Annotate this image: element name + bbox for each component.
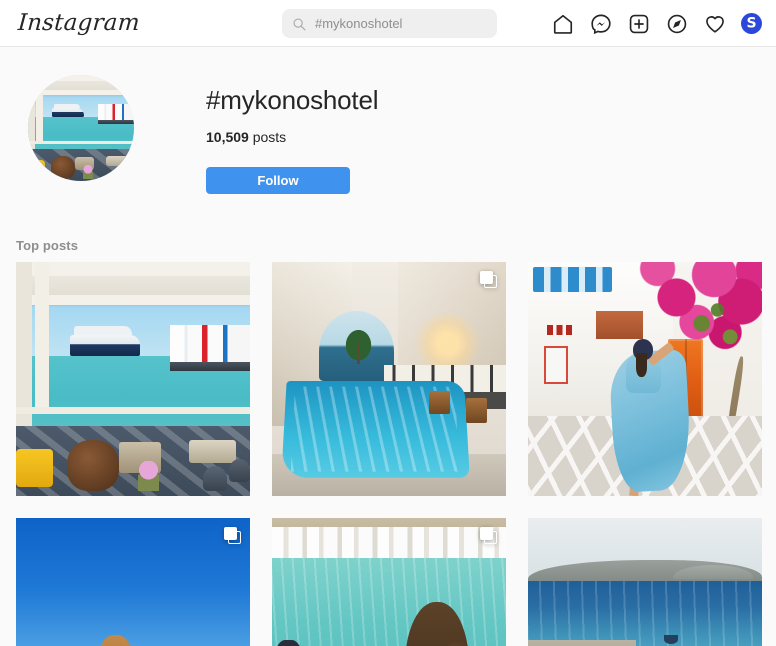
- top-navigation-bar: Instagram #mykonoshotel S: [0, 0, 776, 47]
- post-count: 10,509 posts: [206, 128, 378, 146]
- post-thumbnail-art: [16, 262, 250, 496]
- post-grid: [16, 262, 776, 646]
- post-count-value: 10,509: [206, 129, 249, 145]
- hashtag-profile-picture[interactable]: [28, 75, 134, 181]
- post-thumbnail-art: [16, 518, 250, 646]
- post-thumbnail-art: [528, 518, 762, 646]
- post-waterfront-table[interactable]: [272, 518, 506, 646]
- post-count-label: posts: [252, 129, 287, 145]
- carousel-indicator-icon: [480, 271, 497, 288]
- search-input[interactable]: [315, 16, 487, 31]
- explore-icon[interactable]: [665, 12, 689, 36]
- post-little-venice-terrace[interactable]: [16, 262, 250, 496]
- profile-avatar-button[interactable]: S: [741, 13, 762, 34]
- post-aegean-infinity-pool[interactable]: [528, 518, 762, 646]
- avatar-glyph: S: [746, 15, 757, 31]
- messenger-icon[interactable]: [589, 12, 613, 36]
- activity-heart-icon[interactable]: [703, 12, 727, 36]
- search-icon: [292, 17, 306, 31]
- hashtag-profile-meta: #mykonoshotel 10,509 posts Follow: [206, 75, 378, 194]
- nav-icon-group: S: [551, 0, 762, 47]
- post-thumbnail-art: [528, 262, 762, 496]
- post-thumbnail-art: [272, 262, 506, 496]
- top-posts-label: Top posts: [16, 238, 79, 253]
- post-infinity-pool-woman[interactable]: [16, 518, 250, 646]
- carousel-indicator-icon: [224, 527, 241, 544]
- post-blue-dress-alley[interactable]: [528, 262, 762, 496]
- search-bar[interactable]: [282, 9, 497, 38]
- post-thumbnail-art: [272, 518, 506, 646]
- hashtag-page: #mykonoshotel 10,509 posts Follow Top po…: [0, 47, 776, 646]
- hashtag-profile-header: #mykonoshotel 10,509 posts Follow: [28, 47, 776, 194]
- carousel-indicator-icon: [480, 527, 497, 544]
- instagram-logo[interactable]: Instagram: [17, 7, 141, 39]
- page-title: #mykonoshotel: [206, 85, 379, 115]
- follow-button[interactable]: Follow: [206, 167, 350, 194]
- home-icon[interactable]: [551, 12, 575, 36]
- new-post-icon[interactable]: [627, 12, 651, 36]
- post-cave-pool[interactable]: [272, 262, 506, 496]
